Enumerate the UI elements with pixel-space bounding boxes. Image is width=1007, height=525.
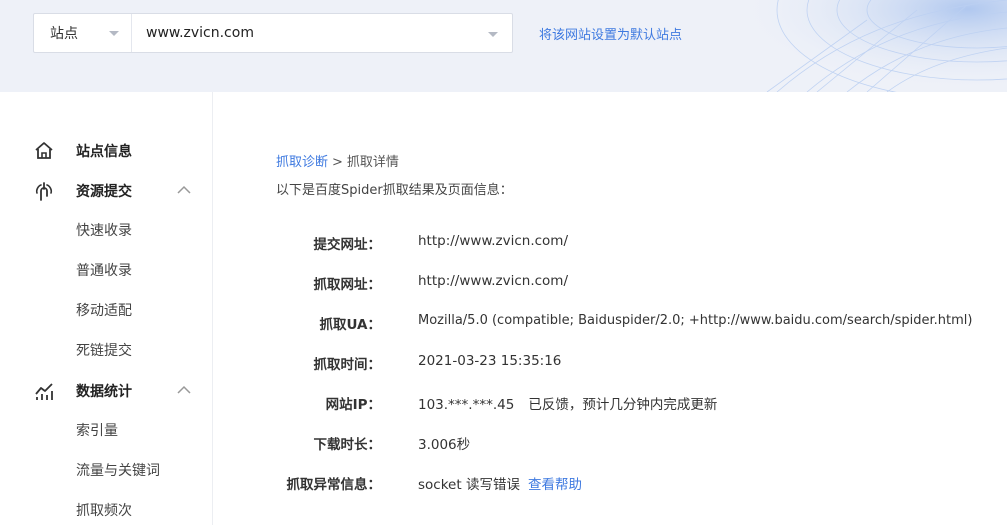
breadcrumb-link-crawl-diagnosis[interactable]: 抓取诊断 [276, 155, 328, 170]
site-url-dropdown[interactable]: www.zvicn.com [132, 14, 512, 52]
detail-label: 抓取异常信息： [286, 477, 382, 493]
resource-submit-icon [35, 182, 53, 201]
detail-label: 抓取UA： [319, 317, 382, 333]
sidebar-item-deadlink-submit[interactable]: 死链提交 [76, 340, 132, 360]
detail-row-site-ip: 网站IP： 103.***.***.45 已反馈，预计几分钟内完成更新 [214, 393, 1007, 415]
detail-label: 抓取网址： [313, 277, 382, 293]
detail-label: 网站IP： [325, 397, 381, 413]
sidebar-item-quick-index[interactable]: 快速收录 [76, 220, 132, 240]
detail-value-group: 103.***.***.45 已反馈，预计几分钟内完成更新 [418, 393, 717, 413]
detail-value: http://www.zvicn.com/ [418, 233, 569, 249]
detail-row-crawl-ua: 抓取UA： Mozilla/5.0 (compatible; Baiduspid… [214, 313, 1007, 335]
sidebar-item-data-stats[interactable]: 数据统计 [0, 376, 212, 406]
main-content: 抓取诊断 > 抓取详情 以下是百度Spider抓取结果及页面信息： 提交网址： ht… [214, 92, 1007, 525]
view-help-link[interactable]: 查看帮助 [528, 477, 582, 493]
detail-row-crawl-time: 抓取时间： 2021-03-23 15:35:16 [214, 353, 1007, 375]
detail-label: 提交网址： [313, 237, 382, 253]
detail-row-download-time: 下载时长： 3.006秒 [214, 433, 1007, 455]
detail-value: 2021-03-23 15:35:16 [418, 353, 562, 369]
sidebar-item-label: 资源提交 [76, 184, 132, 200]
chevron-up-icon[interactable] [176, 384, 192, 396]
site-type-dropdown[interactable]: 站点 [34, 14, 132, 52]
sidebar-item-label: 站点信息 [76, 144, 132, 160]
detail-value: 3.006秒 [418, 437, 471, 453]
site-url-value: www.zvicn.com [146, 25, 254, 41]
intro-text: 以下是百度Spider抓取结果及页面信息： [276, 183, 513, 198]
sidebar-item-mobile-adapt[interactable]: 移动适配 [76, 300, 132, 320]
set-default-site-link[interactable]: 将该网站设置为默认站点 [539, 24, 682, 43]
top-bar: 站点 www.zvicn.com 将该网站设置为默认站点 [0, 0, 1007, 92]
sidebar-item-traffic-keywords[interactable]: 流量与关键词 [76, 460, 160, 480]
site-selector: 站点 www.zvicn.com [33, 13, 513, 53]
site-type-label: 站点 [50, 26, 78, 42]
detail-row-crawl-url: 抓取网址： http://www.zvicn.com/ [214, 273, 1007, 295]
sidebar-item-label: 数据统计 [76, 384, 132, 400]
ip-feedback-note: 已反馈，预计几分钟内完成更新 [528, 397, 718, 413]
stats-chart-icon [35, 383, 53, 400]
chevron-up-icon[interactable] [176, 184, 192, 196]
home-icon [35, 142, 53, 159]
detail-value: 103.***.***.45 [418, 397, 515, 413]
detail-value: socket 读写错误 [418, 477, 520, 493]
sidebar-item-normal-index[interactable]: 普通收录 [76, 260, 132, 280]
detail-row-submit-url: 提交网址： http://www.zvicn.com/ [214, 233, 1007, 255]
breadcrumb-current: 抓取详情 [346, 155, 399, 170]
detail-value: Mozilla/5.0 (compatible; Baiduspider/2.0… [418, 313, 973, 328]
sidebar-item-index-volume[interactable]: 索引量 [76, 420, 118, 440]
detail-label: 下载时长： [313, 437, 382, 453]
breadcrumb-separator: > [332, 155, 343, 170]
sidebar: 站点信息 资源提交 快速收录 普通收录 移动适配 死链提交 数据统计 索引量 流 [0, 92, 213, 525]
detail-value: http://www.zvicn.com/ [418, 273, 569, 289]
detail-value-group: socket 读写错误 查看帮助 [418, 473, 582, 493]
detail-label: 抓取时间： [313, 357, 382, 373]
detail-row-crawl-error: 抓取异常信息： socket 读写错误 查看帮助 [214, 473, 1007, 495]
sidebar-item-resource-submit[interactable]: 资源提交 [0, 176, 212, 206]
chevron-down-icon [109, 31, 119, 36]
chevron-down-icon [488, 32, 498, 37]
breadcrumb: 抓取诊断 > 抓取详情 [276, 151, 399, 170]
sidebar-item-crawl-frequency[interactable]: 抓取频次 [76, 500, 132, 520]
globe-decoration [747, 0, 1007, 92]
sidebar-item-site-info[interactable]: 站点信息 [0, 136, 212, 166]
